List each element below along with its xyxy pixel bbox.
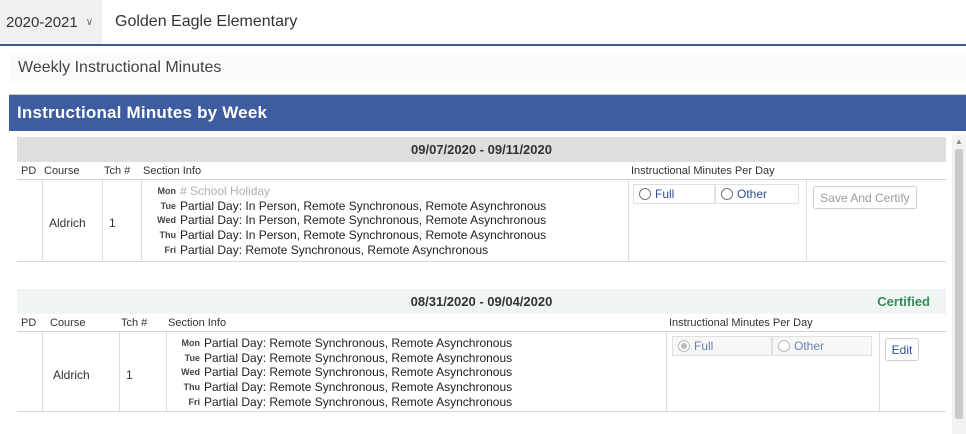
column-headers: PD Course Tch # Section Info Instruction… [17, 162, 946, 180]
school-name[interactable]: Golden Eagle Elementary [115, 0, 297, 44]
column-headers: PD Course Tch # Section Info Instruction… [17, 314, 946, 332]
full-radio-option[interactable]: Full [633, 184, 715, 204]
day-line-thu: Thu Partial Day: Remote Synchronous, Remo… [183, 380, 513, 395]
other-radio[interactable] [778, 340, 790, 352]
section-info: Mon # School Holiday Tue Partial Day: In P… [150, 184, 546, 257]
other-radio-option[interactable]: Other [715, 184, 799, 204]
teacher-number: 1 [109, 216, 116, 230]
other-radio[interactable] [721, 188, 733, 200]
certified-status: Certified [877, 294, 930, 309]
col-section-info: Section Info [143, 165, 202, 177]
week-section: 09/07/2020 - 09/11/2020 PD Course Tch # … [17, 137, 946, 262]
day-line-thu: Thu Partial Day: In Person, Remote Synchr… [159, 228, 547, 243]
full-radio[interactable] [639, 188, 651, 200]
col-course: Course [50, 317, 86, 329]
col-minutes-per-day: Instructional Minutes Per Day [631, 165, 775, 177]
other-label: Other [737, 187, 768, 201]
week-range-header: 09/07/2020 - 09/11/2020 [17, 137, 946, 162]
other-label: Other [794, 339, 825, 353]
vertical-scrollbar[interactable]: ▲ [952, 135, 966, 434]
day-line-tue: Tue Partial Day: In Person, Remote Synchr… [160, 198, 547, 213]
section-info: Mon Partial Day: Remote Synchronous, Remo… [174, 336, 512, 409]
panel-title: Instructional Minutes by Week [9, 95, 966, 131]
col-tch: Tch # [121, 317, 148, 329]
day-line-mon: Mon # School Holiday [157, 184, 271, 199]
day-line-fri: Fri Partial Day: Remote Synchronous, Remo… [164, 242, 489, 257]
full-radio[interactable] [678, 340, 690, 352]
panel-body: 09/07/2020 - 09/11/2020 PD Course Tch # … [9, 131, 966, 434]
course-name: Aldrich [53, 368, 90, 382]
chevron-down-icon: ∨ [85, 16, 94, 28]
edit-button[interactable]: Edit [885, 338, 919, 361]
save-and-certify-button[interactable]: Save And Certify [813, 186, 917, 209]
page-title: Weekly Instructional Minutes [9, 53, 966, 83]
school-year-select[interactable]: 2020-2021 ∨ [0, 0, 102, 44]
week-range-header: 08/31/2020 - 09/04/2020 Certified [17, 289, 946, 314]
course-name: Aldrich [49, 216, 86, 230]
col-tch: Tch # [104, 165, 131, 177]
table-row: Aldrich 1 Mon Partial Day: Remote Synchro… [17, 332, 946, 412]
teacher-number: 1 [126, 368, 133, 382]
col-pd: PD [21, 317, 37, 329]
col-course: Course [44, 165, 80, 177]
table-row: Aldrich 1 Mon # School Holiday Tue Partial… [17, 180, 946, 262]
col-pd: PD [21, 165, 37, 177]
day-line-mon: Mon Partial Day: Remote Synchronous, Remo… [181, 336, 513, 351]
full-label: Full [694, 339, 714, 353]
full-label: Full [655, 187, 675, 201]
week-range: 08/31/2020 - 09/04/2020 [410, 294, 553, 309]
week-range: 09/07/2020 - 09/11/2020 [411, 142, 552, 157]
col-section-info: Section Info [168, 317, 227, 329]
full-radio-option[interactable]: Full [672, 336, 772, 356]
week-section: 08/31/2020 - 09/04/2020 Certified PD Cou… [17, 289, 946, 412]
content-area: Instructional Minutes by Week 09/07/2020… [9, 94, 966, 434]
scrollbar-thumb[interactable] [955, 149, 963, 419]
day-line-wed: Wed Partial Day: Remote Synchronous, Remo… [181, 365, 513, 380]
day-line-tue: Tue Partial Day: Remote Synchronous, Remo… [184, 350, 513, 365]
top-bar: 2020-2021 ∨ Golden Eagle Elementary [0, 0, 966, 46]
day-line-wed: Wed Partial Day: In Person, Remote Synchr… [157, 213, 547, 228]
col-minutes-per-day: Instructional Minutes Per Day [669, 317, 813, 329]
day-line-fri: Fri Partial Day: Remote Synchronous, Remo… [188, 394, 513, 409]
scroll-up-arrow-icon[interactable]: ▲ [955, 137, 963, 146]
other-radio-option[interactable]: Other [772, 336, 872, 356]
school-year-value: 2020-2021 [6, 13, 78, 31]
